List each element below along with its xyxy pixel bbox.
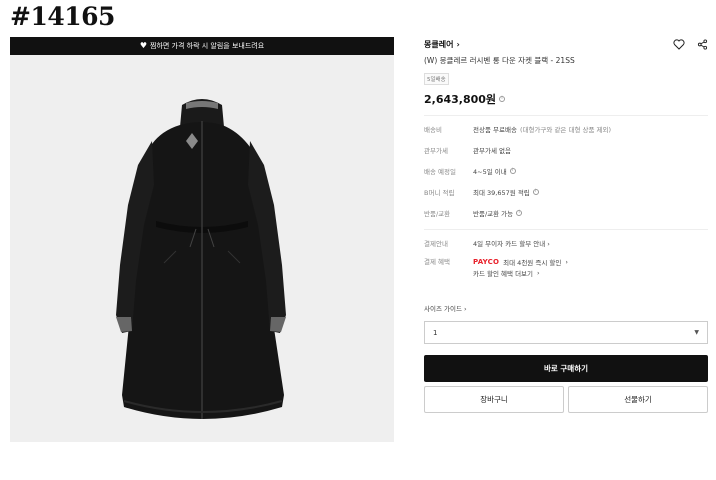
caret-down-icon: ▼ [694, 329, 699, 336]
chevron-right-icon: › [537, 268, 540, 277]
cart-button[interactable]: 장바구니 [424, 386, 564, 413]
info-value: 반품/교환 가능 i [473, 208, 523, 218]
brand-row: 몽클레어 › [424, 37, 708, 51]
product-image-panel: ♥ 찜하면 가격 하락 시 알림을 보내드려요 [10, 37, 394, 442]
info-icon[interactable]: i [509, 168, 516, 174]
share-icon[interactable] [697, 38, 708, 50]
product-price: 2,643,800원 i [424, 91, 708, 107]
option-select-value: 1 [433, 328, 438, 337]
product-detail: 몽클레어 › (W) 몽클레르 러시벤 롱 다운 자켓 블랙 - 21SS 5일배… [424, 37, 708, 413]
delivery-badge: 5일배송 [424, 73, 449, 85]
product-image [116, 99, 286, 419]
info-value: 전상품 무료배송 (대형가구와 같은 대형 상품 제외) [473, 126, 612, 134]
info-key: 배송비 [424, 126, 442, 134]
product-title: (W) 몽클레르 러시벤 롱 다운 자켓 블랙 - 21SS [424, 56, 575, 65]
card-discount-link[interactable]: 카드 할인 혜택 더보기 › [473, 267, 568, 278]
info-sub: (대형가구와 같은 대형 상품 제외) [519, 126, 612, 134]
info-table: 배송비 전상품 무료배송 (대형가구와 같은 대형 상품 제외) 관부가세 관부가… [424, 124, 708, 229]
info-value: 최대 39,657원 적립 i [473, 187, 539, 197]
chevron-right-icon: › [565, 257, 568, 266]
heart-outline-icon[interactable] [673, 38, 685, 50]
top-icons [673, 38, 708, 50]
gift-button[interactable]: 선물하기 [568, 386, 708, 413]
buy-now-button[interactable]: 바로 구매하기 [424, 355, 708, 382]
info-value: 4~5일 이내 i [473, 166, 516, 176]
size-guide-link[interactable]: 사이즈 가이드 › [424, 303, 708, 313]
payment-key: 결제 혜택 [424, 258, 450, 266]
payment-key: 결제안내 [424, 240, 448, 248]
brand-link[interactable]: 몽클레어 › [424, 39, 460, 50]
info-row-duty: 관부가세 관부가세 없음 [424, 145, 708, 166]
wish-banner[interactable]: ♥ 찜하면 가격 하락 시 알림을 보내드려요 [10, 37, 394, 55]
option-select[interactable]: 1 ▼ [424, 321, 708, 344]
chevron-right-icon: › [547, 240, 550, 248]
payment-table: 결제안내 4일 무이자 카드 할부 안내 › 결제 혜택 PAYCO 최대 4천원… [424, 238, 708, 278]
payco-link[interactable]: PAYCO 최대 4천원 즉시 할인 › [473, 256, 568, 267]
divider [424, 229, 708, 230]
id-tag: #14165 [10, 2, 115, 31]
chevron-right-icon: › [464, 305, 467, 313]
info-key: 반품/교환 [424, 210, 451, 218]
payment-row-benefit: 결제 혜택 PAYCO 최대 4천원 즉시 할인 › 카드 할인 혜택 더보기 › [424, 256, 708, 278]
chevron-right-icon: › [456, 39, 460, 49]
info-row-points: B머니 적립 최대 39,657원 적립 i [424, 187, 708, 208]
secondary-buttons: 장바구니 선물하기 [424, 386, 708, 413]
installment-link[interactable]: 4일 무이자 카드 할부 안내 › [473, 238, 550, 248]
info-row-shipping: 배송비 전상품 무료배송 (대형가구와 같은 대형 상품 제외) [424, 124, 708, 145]
info-value: 관부가세 없음 [473, 147, 511, 155]
payco-logo: PAYCO [473, 257, 500, 266]
info-icon[interactable]: i [499, 96, 506, 102]
divider [424, 115, 708, 116]
info-icon[interactable]: i [516, 210, 523, 216]
info-row-return: 반품/교환 반품/교환 가능 i [424, 208, 708, 229]
info-row-eta: 배송 예정일 4~5일 이내 i [424, 166, 708, 187]
info-key: 관부가세 [424, 147, 448, 155]
info-key: 배송 예정일 [424, 168, 456, 176]
info-icon[interactable]: i [532, 189, 539, 195]
heart-icon: ♥ [139, 41, 147, 50]
info-key: B머니 적립 [424, 189, 455, 197]
payment-benefits: PAYCO 최대 4천원 즉시 할인 › 카드 할인 혜택 더보기 › [473, 256, 568, 278]
wish-banner-text: 찜하면 가격 하락 시 알림을 보내드려요 [150, 42, 265, 50]
payment-row-installment: 결제안내 4일 무이자 카드 할부 안내 › [424, 238, 708, 248]
